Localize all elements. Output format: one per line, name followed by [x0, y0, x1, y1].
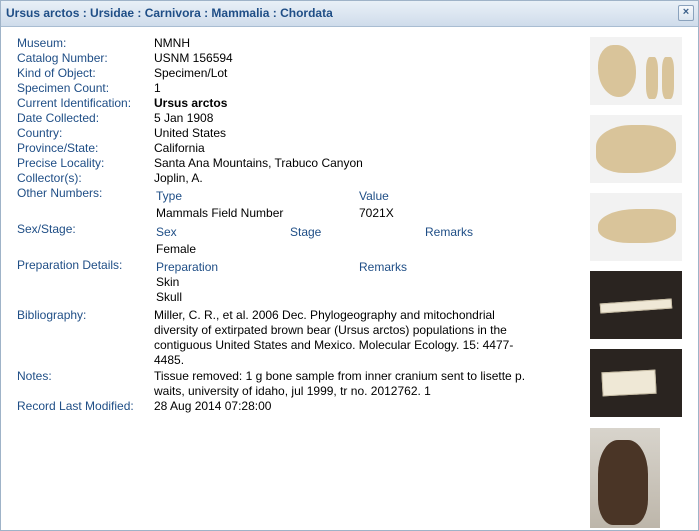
province-label: Province/State:: [17, 141, 99, 155]
modified-value: 28 Aug 2014 07:28:00: [154, 399, 272, 413]
date-row: Date Collected: 5 Jan 1908: [17, 111, 577, 126]
sex-stage-row: Sex/Stage: Sex Stage Remarks Female: [17, 222, 577, 258]
skin-tag-thumbnail[interactable]: [590, 271, 682, 339]
preparation-row: Preparation Details: Preparation Remarks…: [17, 258, 577, 305]
count-label: Specimen Count:: [17, 81, 110, 95]
bibliography-label: Bibliography:: [17, 308, 87, 322]
skull-bottom-thumbnail[interactable]: [590, 115, 682, 183]
bibliography-row: Bibliography: Miller, C. R., et al. 2006…: [17, 308, 577, 368]
province-value: California: [154, 141, 205, 155]
collector-value: Joplin, A.: [154, 171, 203, 185]
bibliography-line: 4485.: [154, 353, 185, 367]
date-label: Date Collected:: [17, 111, 100, 125]
prep-skin-cell: Skin: [156, 275, 180, 289]
sex-stage-label: Sex/Stage:: [17, 222, 76, 236]
sex-stage-table: Sex Stage Remarks Female: [156, 224, 505, 258]
skull-side-thumbnail[interactable]: [590, 193, 682, 261]
other-type-cell: Mammals Field Number: [156, 206, 284, 220]
bibliography-line: contiguous United States and Mexico. Mol…: [154, 338, 514, 352]
kind-row: Kind of Object: Specimen/Lot: [17, 66, 577, 81]
locality-row: Precise Locality: Santa Ana Mountains, Tr…: [17, 156, 577, 171]
catalog-value: USNM 156594: [154, 51, 233, 65]
skin-label-thumbnail[interactable]: [590, 349, 682, 417]
stage-header: Stage: [290, 225, 322, 239]
province-row: Province/State: California: [17, 141, 577, 156]
collector-row: Collector(s): Joplin, A.: [17, 171, 577, 186]
notes-line: Tissue removed: 1 g bone sample from inn…: [154, 369, 526, 383]
preparation-label: Preparation Details:: [17, 258, 123, 272]
dialog-title: Ursus arctos : Ursidae : Carnivora : Mam…: [6, 6, 333, 20]
other-type-header: Type: [156, 189, 183, 203]
ident-label: Current Identification:: [17, 96, 132, 110]
sex-cell: Female: [156, 242, 197, 256]
ident-row: Current Identification: Ursus arctos: [17, 96, 577, 111]
museum-row: Museum: NMNH: [17, 36, 577, 51]
specimen-image-list: [590, 37, 682, 427]
catalog-row: Catalog Number: USNM 156594: [17, 51, 577, 66]
other-numbers-table: Type Value Mammals Field Number 7021X: [156, 188, 439, 222]
other-numbers-label: Other Numbers:: [17, 186, 103, 200]
bibliography-line: diversity of extirpated brown bear (Ursu…: [154, 323, 507, 337]
ident-value: Ursus arctos: [154, 96, 228, 110]
date-value: 5 Jan 1908: [154, 111, 214, 125]
kind-value: Specimen/Lot: [154, 66, 228, 80]
pelt-thumbnail[interactable]: [590, 428, 660, 528]
preparation-table: Preparation Remarks Skin Skull: [156, 260, 439, 305]
locality-label: Precise Locality:: [17, 156, 105, 170]
catalog-label: Catalog Number:: [17, 51, 108, 65]
count-row: Specimen Count: 1: [17, 81, 577, 96]
count-value: 1: [154, 81, 161, 95]
collector-label: Collector(s):: [17, 171, 82, 185]
preparation-header: Preparation: [156, 260, 219, 274]
other-value-cell: 7021X: [359, 206, 394, 220]
notes-label: Notes:: [17, 369, 52, 383]
modified-row: Record Last Modified: 28 Aug 2014 07:28:…: [17, 399, 577, 414]
dialog-titlebar: Ursus arctos : Ursidae : Carnivora : Mam…: [1, 1, 698, 27]
skull-top-thumbnail[interactable]: [590, 37, 682, 105]
notes-value: Tissue removed: 1 g bone sample from inn…: [154, 369, 525, 399]
locality-value: Santa Ana Mountains, Trabuco Canyon: [154, 156, 363, 170]
record-details: Museum: NMNH Catalog Number: USNM 156594 K…: [17, 36, 577, 414]
prep-remarks-header: Remarks: [359, 260, 408, 274]
country-row: Country: United States: [17, 126, 577, 141]
record-dialog: Ursus arctos : Ursidae : Carnivora : Mam…: [0, 0, 699, 531]
bibliography-line: Miller, C. R., et al. 2006 Dec. Phylogeo…: [154, 308, 495, 322]
other-numbers-row: Other Numbers: Type Value Mammals Field …: [17, 186, 577, 222]
sex-remarks-header: Remarks: [425, 225, 474, 239]
museum-label: Museum:: [17, 36, 67, 50]
country-value: United States: [154, 126, 227, 140]
notes-line: waits, university of idaho, jul 1999, tr…: [154, 384, 431, 398]
country-label: Country:: [17, 126, 63, 140]
other-value-header: Value: [359, 189, 389, 203]
museum-value: NMNH: [154, 36, 190, 50]
notes-row: Notes: Tissue removed: 1 g bone sample f…: [17, 369, 577, 399]
modified-label: Record Last Modified:: [17, 399, 134, 413]
close-icon[interactable]: ×: [678, 5, 694, 21]
sex-header: Sex: [156, 225, 177, 239]
kind-label: Kind of Object:: [17, 66, 96, 80]
bibliography-value: Miller, C. R., et al. 2006 Dec. Phylogeo…: [154, 308, 513, 368]
prep-skull-cell: Skull: [156, 290, 183, 304]
